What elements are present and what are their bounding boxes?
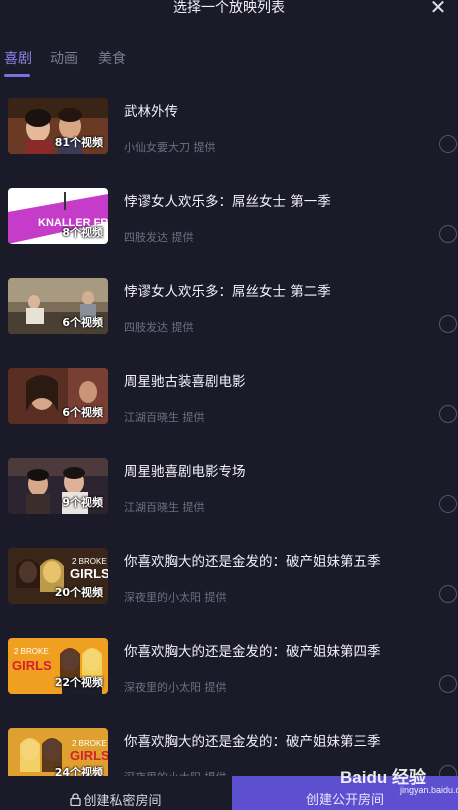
thumb-title-text: 2 BROKE bbox=[72, 557, 107, 566]
thumbnail: 2 BROKE GIRLS 20个视频 bbox=[8, 548, 108, 604]
public-label: 创建公开房间 bbox=[305, 793, 384, 808]
active-tab-indicator bbox=[4, 74, 30, 77]
select-radio[interactable] bbox=[439, 225, 457, 243]
thumb-title-text: 2 BROKE bbox=[72, 739, 107, 748]
playlist-provider: 深夜里的小太阳 提供 bbox=[124, 681, 227, 694]
select-radio[interactable] bbox=[439, 315, 457, 333]
video-count: 20个视频 bbox=[54, 586, 103, 599]
header: 选择一个放映列表 ✕ bbox=[0, 0, 458, 22]
playlist-title: 周星驰古装喜剧电影 bbox=[124, 374, 246, 390]
video-count: 6个视频 bbox=[62, 406, 103, 419]
playlist-title: 悖谬女人欢乐多：屌丝女士 第二季 bbox=[124, 284, 331, 300]
list-item[interactable]: KNALLER FRAUEN 8个视频 悖谬女人欢乐多：屌丝女士 第一季 四肢发… bbox=[0, 178, 458, 268]
thumb-title-text: GIRLS bbox=[70, 566, 108, 581]
thumb-title-text: GIRLS bbox=[70, 748, 108, 763]
select-radio[interactable] bbox=[439, 405, 457, 423]
select-radio[interactable] bbox=[439, 495, 457, 513]
playlist-provider: 小仙女要大刀 提供 bbox=[124, 141, 216, 154]
select-radio[interactable] bbox=[439, 675, 457, 693]
video-count: 81个视频 bbox=[54, 136, 103, 149]
list-item[interactable]: 6个视频 悖谬女人欢乐多：屌丝女士 第二季 四肢发达 提供 bbox=[0, 268, 458, 358]
playlist-provider: 四肢发达 提供 bbox=[124, 321, 194, 334]
thumbnail: 6个视频 bbox=[8, 368, 108, 424]
playlist-provider: 四肢发达 提供 bbox=[124, 231, 194, 244]
private-label: 创建私密房间 bbox=[83, 794, 162, 809]
list-item[interactable]: 2 BROKE GIRLS 22个视频 你喜欢胸大的还是金发的：破产姐妹第四季 … bbox=[0, 628, 458, 718]
category-tabs: 喜剧 动画 美食 bbox=[0, 48, 458, 78]
video-count: 8个视频 bbox=[62, 226, 103, 239]
thumbnail: 2 BROKE GIRLS 22个视频 bbox=[8, 638, 108, 694]
playlist-provider: 深夜里的小太阳 提供 bbox=[124, 591, 227, 604]
list-item[interactable]: 2 BROKE GIRLS 20个视频 你喜欢胸大的还是金发的：破产姐妹第五季 … bbox=[0, 538, 458, 628]
playlist-title: 武林外传 bbox=[124, 104, 178, 120]
thumb-title-text: 2 BROKE bbox=[14, 647, 49, 656]
playlist-title: 你喜欢胸大的还是金发的：破产姐妹第三季 bbox=[124, 734, 381, 750]
playlist-list: 81个视频 武林外传 小仙女要大刀 提供 KNALLER FRAUEN 8个视频… bbox=[0, 88, 458, 778]
select-radio[interactable] bbox=[439, 135, 457, 153]
list-item[interactable]: 6个视频 周星驰古装喜剧电影 江湖百晓生 提供 bbox=[0, 358, 458, 448]
watermark-logo: Baidu 经验 jingyan.baidu.com bbox=[340, 763, 458, 795]
thumbnail: 2 BROKE GIRLS 24个视频 bbox=[8, 728, 108, 778]
thumbnail: 6个视频 bbox=[8, 278, 108, 334]
create-private-room-button[interactable]: 创建私密房间 bbox=[0, 776, 232, 810]
list-item[interactable]: 9个视频 周星驰喜剧电影专场 江湖百晓生 提供 bbox=[0, 448, 458, 538]
lock-icon bbox=[70, 776, 82, 810]
thumbnail: KNALLER FRAUEN 8个视频 bbox=[8, 188, 108, 244]
thumb-title-text: GIRLS bbox=[12, 658, 52, 673]
thumbnail: 81个视频 bbox=[8, 98, 108, 154]
close-icon[interactable]: ✕ bbox=[426, 0, 450, 20]
playlist-provider: 江湖百晓生 提供 bbox=[124, 411, 205, 424]
tab-animation[interactable]: 动画 bbox=[50, 48, 78, 68]
select-radio[interactable] bbox=[439, 585, 457, 603]
tab-comedy[interactable]: 喜剧 bbox=[4, 48, 32, 68]
video-count: 6个视频 bbox=[62, 316, 103, 329]
watermark-url: jingyan.baidu.com bbox=[400, 785, 458, 795]
thumbnail: 9个视频 bbox=[8, 458, 108, 514]
playlist-title: 你喜欢胸大的还是金发的：破产姐妹第五季 bbox=[124, 554, 381, 570]
playlist-title: 你喜欢胸大的还是金发的：破产姐妹第四季 bbox=[124, 644, 381, 660]
tab-food[interactable]: 美食 bbox=[98, 48, 126, 68]
playlist-title: 悖谬女人欢乐多：屌丝女士 第一季 bbox=[124, 194, 331, 210]
playlist-provider: 江湖百晓生 提供 bbox=[124, 501, 205, 514]
video-count: 9个视频 bbox=[62, 496, 103, 509]
page-title: 选择一个放映列表 bbox=[173, 0, 285, 16]
list-item[interactable]: 81个视频 武林外传 小仙女要大刀 提供 bbox=[0, 88, 458, 178]
video-count: 22个视频 bbox=[54, 676, 103, 689]
playlist-title: 周星驰喜剧电影专场 bbox=[124, 464, 246, 480]
